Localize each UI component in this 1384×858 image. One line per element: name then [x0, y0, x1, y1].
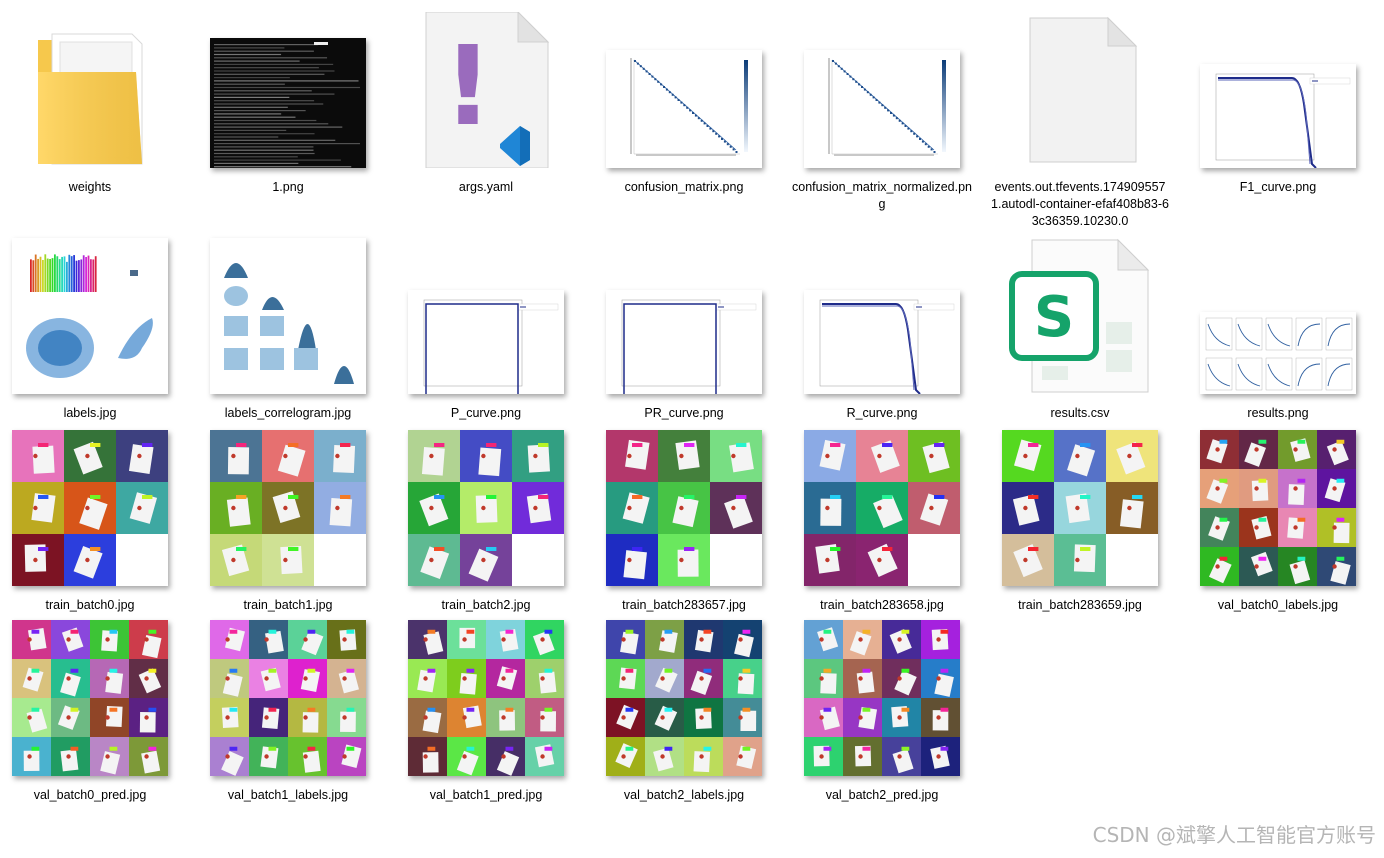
file-thumbnail [12, 430, 168, 586]
file-name: confusion_matrix.png [624, 180, 744, 194]
file-thumbnail [408, 290, 564, 394]
file-item[interactable]: val_batch0_pred.jpg [12, 620, 168, 820]
file-grid: weights 1.png ! args.yaml confusion_matri… [0, 0, 1384, 858]
wps-spreadsheet-icon: S [1002, 238, 1158, 394]
file-item[interactable]: val_batch0_labels.jpg [1200, 430, 1356, 630]
file-item[interactable]: val_batch1_pred.jpg [408, 620, 564, 820]
file-name: args.yaml [458, 180, 514, 194]
file-item[interactable]: train_batch283659.jpg [1002, 430, 1158, 630]
file-item[interactable]: R_curve.png [804, 238, 960, 438]
file-name: labels_correlogram.jpg [224, 406, 352, 420]
file-name: val_batch1_pred.jpg [429, 788, 543, 802]
file-item[interactable]: weights [12, 12, 168, 212]
file-item[interactable]: val_batch1_labels.jpg [210, 620, 366, 820]
file-item[interactable]: events.out.tfevents.1749095571.autodl-co… [991, 12, 1169, 228]
file-item[interactable]: ! args.yaml [408, 12, 564, 212]
file-thumbnail [210, 430, 366, 586]
file-thumbnail [1200, 64, 1356, 168]
file-thumbnail [804, 290, 960, 394]
file-item[interactable]: train_batch2.jpg [408, 430, 564, 630]
file-item[interactable]: PR_curve.png [606, 238, 762, 438]
file-item[interactable]: results.png [1200, 238, 1356, 438]
file-thumbnail [210, 238, 366, 394]
vscode-yaml-icon: ! [408, 12, 564, 168]
file-name: PR_curve.png [644, 406, 724, 420]
file-thumbnail [804, 620, 960, 776]
file-thumbnail [606, 430, 762, 586]
file-name: train_batch2.jpg [441, 598, 531, 612]
file-name: val_batch2_labels.jpg [623, 788, 745, 802]
file-item[interactable]: train_batch283657.jpg [606, 430, 762, 630]
folder-icon [12, 12, 168, 168]
file-name: train_batch283659.jpg [1018, 598, 1142, 612]
file-thumbnail [408, 620, 564, 776]
file-name: 1.png [272, 180, 304, 194]
file-item[interactable]: val_batch2_labels.jpg [606, 620, 762, 820]
file-thumbnail [606, 50, 762, 168]
file-thumbnail [210, 620, 366, 776]
file-item[interactable]: labels_correlogram.jpg [210, 238, 366, 438]
file-thumbnail [1200, 312, 1356, 394]
file-name: events.out.tfevents.1749095571.autodl-co… [991, 180, 1169, 228]
file-name: weights [68, 180, 112, 194]
file-item[interactable]: P_curve.png [408, 238, 564, 438]
file-item[interactable]: 1.png [210, 12, 366, 212]
file-name: confusion_matrix_normalized.png [792, 180, 972, 211]
file-name: val_batch1_labels.jpg [227, 788, 349, 802]
file-name: R_curve.png [846, 406, 918, 420]
file-name: labels.jpg [63, 406, 117, 420]
file-thumbnail [606, 620, 762, 776]
file-item[interactable]: S results.csv [1002, 238, 1158, 438]
file-name: val_batch2_pred.jpg [825, 788, 939, 802]
file-name: val_batch0_pred.jpg [33, 788, 147, 802]
file-item[interactable]: confusion_matrix.png [606, 12, 762, 212]
file-item[interactable]: val_batch2_pred.jpg [804, 620, 960, 820]
file-name: train_batch283658.jpg [820, 598, 944, 612]
file-name: results.csv [1050, 406, 1110, 420]
blank-file-icon [1002, 12, 1158, 168]
file-item[interactable]: confusion_matrix_normalized.png [792, 12, 972, 212]
file-name: val_batch0_labels.jpg [1217, 598, 1339, 612]
file-thumbnail [408, 430, 564, 586]
file-item[interactable]: train_batch283658.jpg [804, 430, 960, 630]
file-thumbnail [804, 50, 960, 168]
file-thumbnail [804, 430, 960, 586]
file-item[interactable]: train_batch0.jpg [12, 430, 168, 630]
file-thumbnail [12, 620, 168, 776]
file-thumbnail [1002, 430, 1158, 586]
file-name: train_batch0.jpg [45, 598, 135, 612]
file-thumbnail [210, 38, 366, 168]
yaml-glyph: ! [443, 22, 493, 150]
file-thumbnail [12, 238, 168, 394]
file-thumbnail [1200, 430, 1356, 586]
file-item[interactable]: train_batch1.jpg [210, 430, 366, 630]
watermark: CSDN @斌擎人工智能官方账号 [1092, 823, 1376, 847]
file-item[interactable]: labels.jpg [12, 238, 168, 438]
file-item[interactable]: F1_curve.png [1200, 12, 1356, 212]
file-name: train_batch283657.jpg [622, 598, 746, 612]
sheet-glyph: S [1034, 285, 1074, 350]
file-name: P_curve.png [450, 406, 522, 420]
file-thumbnail [606, 290, 762, 394]
file-name: results.png [1247, 406, 1309, 420]
file-name: train_batch1.jpg [243, 598, 333, 612]
file-name: F1_curve.png [1239, 180, 1317, 194]
